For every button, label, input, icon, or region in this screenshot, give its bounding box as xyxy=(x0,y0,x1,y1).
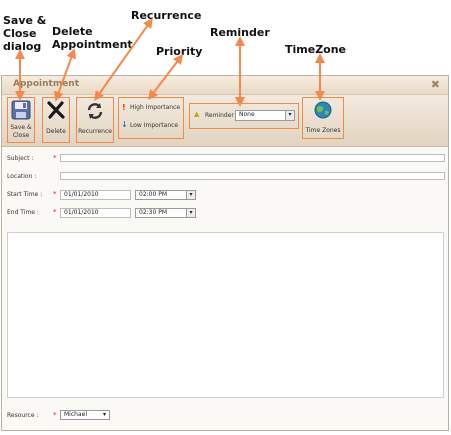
subject-input[interactable] xyxy=(60,154,445,162)
subject-label: Subject : xyxy=(7,155,34,162)
callout-recurrence: Recurrence xyxy=(131,9,202,22)
location-label: Location : xyxy=(7,173,37,180)
start-time-label: Start Time : xyxy=(7,191,43,198)
resource-label: Resource : xyxy=(7,412,39,419)
end-time-value: 02:30 PM xyxy=(139,209,167,216)
dialog-titlebar: Appointment ✖ xyxy=(2,76,448,95)
highlight-priority xyxy=(118,97,184,139)
highlight-recurrence xyxy=(76,97,114,143)
resource-required-mark: * xyxy=(53,411,57,419)
end-time-select[interactable]: 02:30 PM ▾ xyxy=(135,208,196,218)
start-date-input[interactable]: 01/01/2010 xyxy=(60,190,131,200)
appointment-dialog: Appointment ✖ Save & Close Delete Recurr… xyxy=(1,75,449,431)
callout-timezone: TimeZone xyxy=(285,43,347,56)
description-textarea[interactable] xyxy=(7,232,444,398)
start-time-select[interactable]: 02:00 PM ▾ xyxy=(135,190,196,200)
end-required-mark: * xyxy=(53,208,57,216)
callout-save-close: Save & Close dialog xyxy=(3,14,47,53)
end-time-label: End Time : xyxy=(7,209,39,216)
chevron-down-icon: ▾ xyxy=(100,411,109,419)
highlight-save-close xyxy=(7,97,35,143)
callout-reminder: Reminder xyxy=(210,26,270,39)
location-input[interactable] xyxy=(60,172,445,180)
highlight-timezone xyxy=(302,97,344,139)
chevron-down-icon: ▾ xyxy=(186,209,195,217)
resource-select[interactable]: Michael ▾ xyxy=(60,410,110,420)
resource-value: Michael xyxy=(64,411,87,418)
chevron-down-icon: ▾ xyxy=(186,191,195,199)
subject-required-mark: * xyxy=(53,154,57,162)
highlight-reminder xyxy=(189,103,299,129)
close-icon[interactable]: ✖ xyxy=(431,78,440,91)
start-required-mark: * xyxy=(53,190,57,198)
callout-delete: Delete Appointment xyxy=(52,25,133,51)
highlight-delete xyxy=(42,97,70,143)
dialog-title: Appointment xyxy=(13,79,80,89)
callout-priority: Priority xyxy=(156,45,203,58)
start-time-value: 02:00 PM xyxy=(139,191,167,198)
end-date-input[interactable]: 01/01/2010 xyxy=(60,208,131,218)
